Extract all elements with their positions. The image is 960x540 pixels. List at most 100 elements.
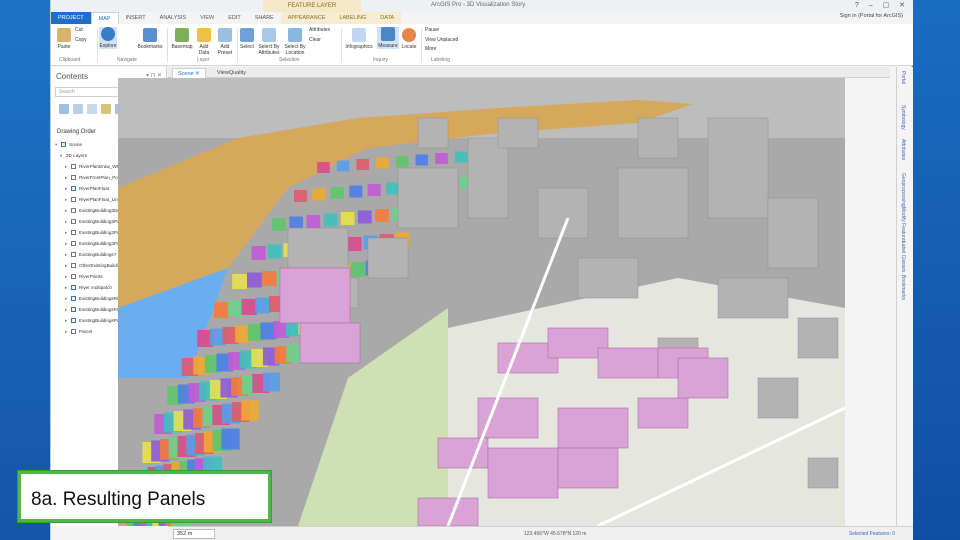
highlighted-building[interactable]	[597, 347, 659, 379]
building-block	[497, 117, 539, 149]
tab-scene[interactable]: Scene ✕	[172, 68, 206, 78]
tab-viewquality[interactable]: ViewQuality	[212, 68, 251, 78]
dock-tab-attributes[interactable]: Attributes	[900, 139, 906, 160]
layer-visibility-checkbox[interactable]	[71, 296, 76, 302]
select-by-attributes-button[interactable]: Select By Attributes	[256, 28, 282, 56]
more-label: More	[425, 46, 437, 52]
basemap-button[interactable]: Basemap	[171, 28, 193, 50]
highlighted-building[interactable]	[299, 322, 361, 364]
ruler-icon	[381, 27, 395, 41]
paste-button[interactable]: Paste	[55, 28, 73, 50]
bookmarks-label: Bookmarks	[137, 44, 163, 50]
scale-input[interactable]: 352 m	[173, 529, 215, 539]
highlighted-building[interactable]	[279, 267, 351, 324]
tab-labeling[interactable]: LABELING	[332, 12, 374, 24]
measure-button[interactable]: Measure	[377, 27, 399, 49]
list-by-drawing-order-icon[interactable]	[59, 104, 69, 114]
layer-visibility-checkbox[interactable]	[71, 285, 76, 291]
tab-map[interactable]: MAP	[90, 12, 119, 24]
infographics-button[interactable]: Infographics	[343, 28, 375, 50]
table-icon	[262, 28, 276, 42]
tab-view[interactable]: VIEW	[193, 12, 221, 24]
layer-visibility-checkbox[interactable]	[71, 329, 76, 335]
layer-label: RiverPlanFloat	[79, 186, 110, 191]
tab-insert[interactable]: INSERT	[119, 12, 153, 24]
scene-canvas[interactable]	[118, 78, 845, 526]
tab-share[interactable]: SHARE	[248, 12, 281, 24]
highlighted-building[interactable]	[677, 357, 729, 399]
clear-button[interactable]: Clear	[309, 37, 339, 43]
tab-data[interactable]: DATA	[373, 12, 402, 24]
add-data-button[interactable]: Add Data	[195, 28, 213, 56]
bookmarks-button[interactable]: Bookmarks	[137, 28, 163, 50]
list-by-selection-icon[interactable]	[87, 104, 97, 114]
cut-button[interactable]: Cut	[75, 27, 97, 33]
scene-view[interactable]	[118, 78, 845, 526]
layer-visibility-checkbox[interactable]	[71, 197, 76, 203]
coordinate-readout: 123.456°W 45.678°N 120 m	[524, 531, 587, 537]
list-by-editing-icon[interactable]	[101, 104, 111, 114]
layer-visibility-checkbox[interactable]	[71, 241, 76, 247]
tab-analysis[interactable]: ANALYSIS	[153, 12, 194, 24]
layer-visibility-checkbox[interactable]	[71, 230, 76, 236]
slide-background-left	[0, 0, 50, 540]
view-unplaced-button[interactable]: View Unplaced	[425, 37, 465, 43]
infographics-label: Infographics	[345, 44, 373, 50]
more-button[interactable]: More	[425, 46, 465, 52]
title-bar: FEATURE LAYER ArcGIS Pro - 3D Visualizat…	[51, 0, 913, 12]
attributes-button[interactable]: Attributes	[309, 27, 339, 33]
locate-button[interactable]: Locate	[400, 28, 418, 50]
highlighted-building[interactable]	[557, 447, 619, 489]
river-grid-cell	[214, 302, 230, 318]
highlighted-building[interactable]	[557, 407, 629, 449]
tab-project[interactable]: PROJECT	[51, 12, 91, 24]
select-by-attributes-label: Select By Attributes	[258, 44, 280, 56]
layer-visibility-checkbox[interactable]	[61, 142, 66, 148]
layer-visibility-checkbox[interactable]	[71, 263, 76, 269]
tab-edit[interactable]: EDIT	[221, 12, 248, 24]
river-grid-cell	[357, 210, 372, 224]
explore-icon	[101, 27, 115, 41]
layer-visibility-checkbox[interactable]	[71, 274, 76, 280]
layer-visibility-checkbox[interactable]	[71, 186, 76, 192]
copy-button[interactable]: Copy	[75, 37, 97, 43]
select-button[interactable]: Select	[239, 28, 255, 50]
view-tabs: Scene ✕ ViewQuality	[168, 67, 890, 78]
explore-button[interactable]: Explore	[99, 27, 117, 49]
dock-tab-symbology[interactable]: Symbology	[900, 105, 906, 130]
layer-visibility-checkbox[interactable]	[71, 219, 76, 225]
layer-label: ExistingBuildingsFirst	[79, 307, 123, 312]
building-block	[287, 227, 349, 269]
layer-visibility-checkbox[interactable]	[71, 208, 76, 214]
dock-tab-portal[interactable]: Portal	[900, 71, 906, 84]
dock-tab-modify-features[interactable]: Modify Features	[900, 207, 906, 243]
highlighted-building[interactable]	[477, 397, 539, 439]
explore-label: Explore	[99, 43, 117, 49]
highlighted-building[interactable]	[417, 497, 479, 526]
layer-visibility-checkbox[interactable]	[71, 318, 76, 324]
layer-visibility-checkbox[interactable]	[71, 175, 76, 181]
river-grid-cell	[262, 372, 281, 392]
signin-label[interactable]: Sign in (Portal for ArcGIS)	[840, 13, 903, 19]
river-grid-cell	[375, 209, 389, 222]
river-grid-cell	[435, 153, 448, 164]
tab-appearance[interactable]: APPEARANCE	[280, 12, 333, 24]
dock-tab-geoprocessing[interactable]: Geoprocessing	[900, 173, 906, 207]
dock-tab-label-classes[interactable]: Label Classes	[900, 241, 906, 272]
layer-visibility-checkbox[interactable]	[71, 164, 76, 170]
layer-visibility-checkbox[interactable]	[71, 252, 76, 258]
add-preset-button[interactable]: Add Preset	[215, 28, 235, 56]
layer-visibility-checkbox[interactable]	[71, 307, 76, 313]
window-controls[interactable]: ? – ▢ ✕	[855, 1, 909, 9]
highlighted-building[interactable]	[637, 397, 689, 429]
river-grid-cell	[267, 244, 282, 259]
selected-features-link[interactable]: Selected Features: 0	[849, 531, 895, 537]
dock-tab-bookmarks[interactable]: Bookmarks	[900, 275, 906, 300]
pause-button[interactable]: Pause	[425, 27, 465, 33]
layer-label: 3D Layers	[66, 153, 87, 158]
copy-label: Copy	[75, 37, 87, 43]
group-selection: Selection	[279, 57, 300, 63]
list-by-source-icon[interactable]	[73, 104, 83, 114]
select-by-location-button[interactable]: Select By Location	[283, 28, 307, 56]
highlighted-building[interactable]	[487, 447, 559, 499]
